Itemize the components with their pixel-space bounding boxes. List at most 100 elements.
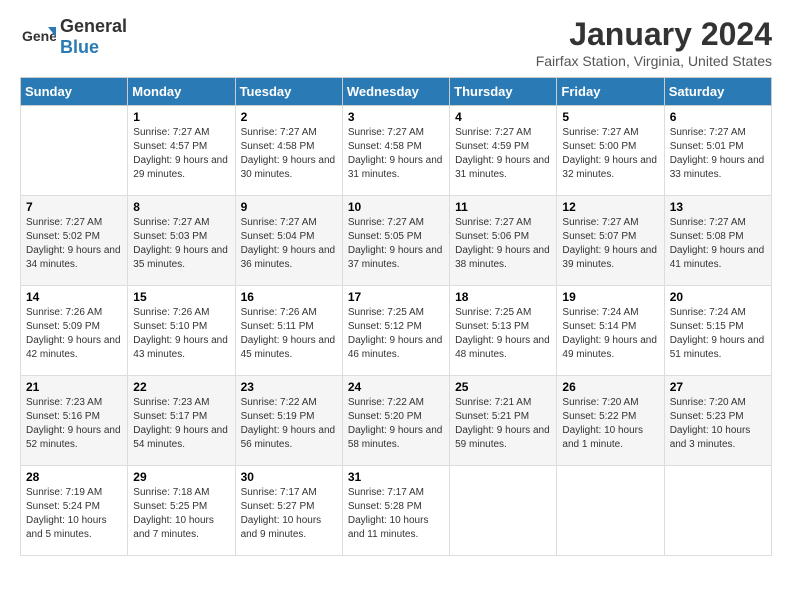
calendar-cell: 26 Sunrise: 7:20 AMSunset: 5:22 PMDayligh… (557, 376, 664, 466)
day-info: Sunrise: 7:19 AMSunset: 5:24 PMDaylight:… (26, 486, 122, 542)
calendar-cell: 14 Sunrise: 7:26 AMSunset: 5:09 PMDayligh… (21, 286, 128, 376)
day-info: Sunrise: 7:23 AMSunset: 5:16 PMDaylight:… (26, 396, 122, 452)
calendar-week-row: 14 Sunrise: 7:26 AMSunset: 5:09 PMDayligh… (21, 286, 772, 376)
day-number: 1 (133, 110, 229, 124)
calendar-cell: 6Sunrise: 7:27 AMSunset: 5:01 PMDaylight… (664, 106, 771, 196)
calendar-cell: 29 Sunrise: 7:18 AMSunset: 5:25 PMDayligh… (128, 466, 235, 556)
calendar-cell (557, 466, 664, 556)
day-number: 9 (241, 200, 337, 214)
day-number: 16 (241, 290, 337, 304)
page-header: General General Blue January 2024 Fairfa… (20, 16, 772, 69)
day-number: 10 (348, 200, 444, 214)
calendar-cell: 3 Sunrise: 7:27 AMSunset: 4:58 PMDaylight… (342, 106, 449, 196)
day-number: 28 (26, 470, 122, 484)
calendar-cell: 9 Sunrise: 7:27 AMSunset: 5:04 PMDaylight… (235, 196, 342, 286)
calendar-cell: 25Sunrise: 7:21 AMSunset: 5:21 PMDayligh… (450, 376, 557, 466)
day-info: Sunrise: 7:22 AMSunset: 5:20 PMDaylight:… (348, 396, 444, 452)
day-number: 23 (241, 380, 337, 394)
day-number: 24 (348, 380, 444, 394)
title-block: January 2024 Fairfax Station, Virginia, … (536, 16, 772, 69)
calendar-cell: 12 Sunrise: 7:27 AMSunset: 5:07 PMDayligh… (557, 196, 664, 286)
day-number: 20 (670, 290, 766, 304)
calendar-cell: 13Sunrise: 7:27 AMSunset: 5:08 PMDayligh… (664, 196, 771, 286)
column-header-sunday: Sunday (21, 78, 128, 106)
day-info: Sunrise: 7:22 AMSunset: 5:19 PMDaylight:… (241, 396, 337, 452)
calendar-cell: 27 Sunrise: 7:20 AMSunset: 5:23 PMDayligh… (664, 376, 771, 466)
column-header-monday: Monday (128, 78, 235, 106)
day-info: Sunrise: 7:27 AMSunset: 5:06 PMDaylight:… (455, 216, 551, 272)
day-info: Sunrise: 7:27 AMSunset: 5:05 PMDaylight:… (348, 216, 444, 272)
calendar-cell: 23 Sunrise: 7:22 AMSunset: 5:19 PMDayligh… (235, 376, 342, 466)
logo-blue-text: Blue (60, 37, 99, 57)
calendar-cell: 15Sunrise: 7:26 AMSunset: 5:10 PMDayligh… (128, 286, 235, 376)
day-number: 12 (562, 200, 658, 214)
day-number: 3 (348, 110, 444, 124)
calendar-cell: 22Sunrise: 7:23 AMSunset: 5:17 PMDayligh… (128, 376, 235, 466)
column-header-tuesday: Tuesday (235, 78, 342, 106)
day-info: Sunrise: 7:25 AMSunset: 5:12 PMDaylight:… (348, 306, 444, 362)
day-info: Sunrise: 7:27 AMSunset: 4:58 PMDaylight:… (241, 126, 337, 182)
calendar-cell: 30 Sunrise: 7:17 AMSunset: 5:27 PMDayligh… (235, 466, 342, 556)
day-number: 4 (455, 110, 551, 124)
day-info: Sunrise: 7:20 AMSunset: 5:23 PMDaylight:… (670, 396, 766, 452)
day-info: Sunrise: 7:18 AMSunset: 5:25 PMDaylight:… (133, 486, 229, 542)
day-info: Sunrise: 7:24 AMSunset: 5:14 PMDaylight:… (562, 306, 658, 362)
month-year-title: January 2024 (536, 16, 772, 53)
day-info: Sunrise: 7:27 AMSunset: 5:08 PMDaylight:… (670, 216, 766, 272)
day-info: Sunrise: 7:27 AMSunset: 4:57 PMDaylight:… (133, 126, 229, 182)
day-info: Sunrise: 7:27 AMSunset: 4:58 PMDaylight:… (348, 126, 444, 182)
calendar-cell: 4 Sunrise: 7:27 AMSunset: 4:59 PMDaylight… (450, 106, 557, 196)
column-header-friday: Friday (557, 78, 664, 106)
calendar-cell: 24 Sunrise: 7:22 AMSunset: 5:20 PMDayligh… (342, 376, 449, 466)
calendar-table: SundayMondayTuesdayWednesdayThursdayFrid… (20, 77, 772, 556)
day-info: Sunrise: 7:20 AMSunset: 5:22 PMDaylight:… (562, 396, 658, 452)
calendar-cell: 20 Sunrise: 7:24 AMSunset: 5:15 PMDayligh… (664, 286, 771, 376)
day-number: 6 (670, 110, 766, 124)
day-number: 25 (455, 380, 551, 394)
column-header-saturday: Saturday (664, 78, 771, 106)
day-number: 17 (348, 290, 444, 304)
calendar-cell: 11Sunrise: 7:27 AMSunset: 5:06 PMDayligh… (450, 196, 557, 286)
calendar-cell: 2 Sunrise: 7:27 AMSunset: 4:58 PMDaylight… (235, 106, 342, 196)
day-info: Sunrise: 7:17 AMSunset: 5:28 PMDaylight:… (348, 486, 444, 542)
logo-icon: General (20, 19, 56, 55)
day-info: Sunrise: 7:26 AMSunset: 5:11 PMDaylight:… (241, 306, 337, 362)
day-number: 14 (26, 290, 122, 304)
day-number: 29 (133, 470, 229, 484)
day-number: 15 (133, 290, 229, 304)
day-number: 18 (455, 290, 551, 304)
calendar-cell: 5Sunrise: 7:27 AMSunset: 5:00 PMDaylight… (557, 106, 664, 196)
day-info: Sunrise: 7:27 AMSunset: 5:04 PMDaylight:… (241, 216, 337, 272)
day-info: Sunrise: 7:17 AMSunset: 5:27 PMDaylight:… (241, 486, 337, 542)
day-info: Sunrise: 7:27 AMSunset: 5:07 PMDaylight:… (562, 216, 658, 272)
calendar-week-row: 28 Sunrise: 7:19 AMSunset: 5:24 PMDayligh… (21, 466, 772, 556)
calendar-cell: 17 Sunrise: 7:25 AMSunset: 5:12 PMDayligh… (342, 286, 449, 376)
day-number: 8 (133, 200, 229, 214)
calendar-cell: 10 Sunrise: 7:27 AMSunset: 5:05 PMDayligh… (342, 196, 449, 286)
day-number: 26 (562, 380, 658, 394)
column-header-wednesday: Wednesday (342, 78, 449, 106)
day-info: Sunrise: 7:27 AMSunset: 5:02 PMDaylight:… (26, 216, 122, 272)
calendar-cell: 21Sunrise: 7:23 AMSunset: 5:16 PMDayligh… (21, 376, 128, 466)
calendar-week-row: 21Sunrise: 7:23 AMSunset: 5:16 PMDayligh… (21, 376, 772, 466)
day-number: 7 (26, 200, 122, 214)
day-info: Sunrise: 7:25 AMSunset: 5:13 PMDaylight:… (455, 306, 551, 362)
day-number: 27 (670, 380, 766, 394)
day-number: 2 (241, 110, 337, 124)
calendar-cell (664, 466, 771, 556)
calendar-header-row: SundayMondayTuesdayWednesdayThursdayFrid… (21, 78, 772, 106)
day-info: Sunrise: 7:24 AMSunset: 5:15 PMDaylight:… (670, 306, 766, 362)
day-info: Sunrise: 7:27 AMSunset: 4:59 PMDaylight:… (455, 126, 551, 182)
day-number: 19 (562, 290, 658, 304)
day-info: Sunrise: 7:26 AMSunset: 5:09 PMDaylight:… (26, 306, 122, 362)
calendar-cell: 19 Sunrise: 7:24 AMSunset: 5:14 PMDayligh… (557, 286, 664, 376)
column-header-thursday: Thursday (450, 78, 557, 106)
calendar-cell: 7 Sunrise: 7:27 AMSunset: 5:02 PMDaylight… (21, 196, 128, 286)
calendar-cell (450, 466, 557, 556)
day-info: Sunrise: 7:27 AMSunset: 5:03 PMDaylight:… (133, 216, 229, 272)
day-number: 30 (241, 470, 337, 484)
calendar-cell: 1 Sunrise: 7:27 AMSunset: 4:57 PMDaylight… (128, 106, 235, 196)
calendar-cell: 8 Sunrise: 7:27 AMSunset: 5:03 PMDaylight… (128, 196, 235, 286)
day-number: 5 (562, 110, 658, 124)
location-subtitle: Fairfax Station, Virginia, United States (536, 53, 772, 69)
